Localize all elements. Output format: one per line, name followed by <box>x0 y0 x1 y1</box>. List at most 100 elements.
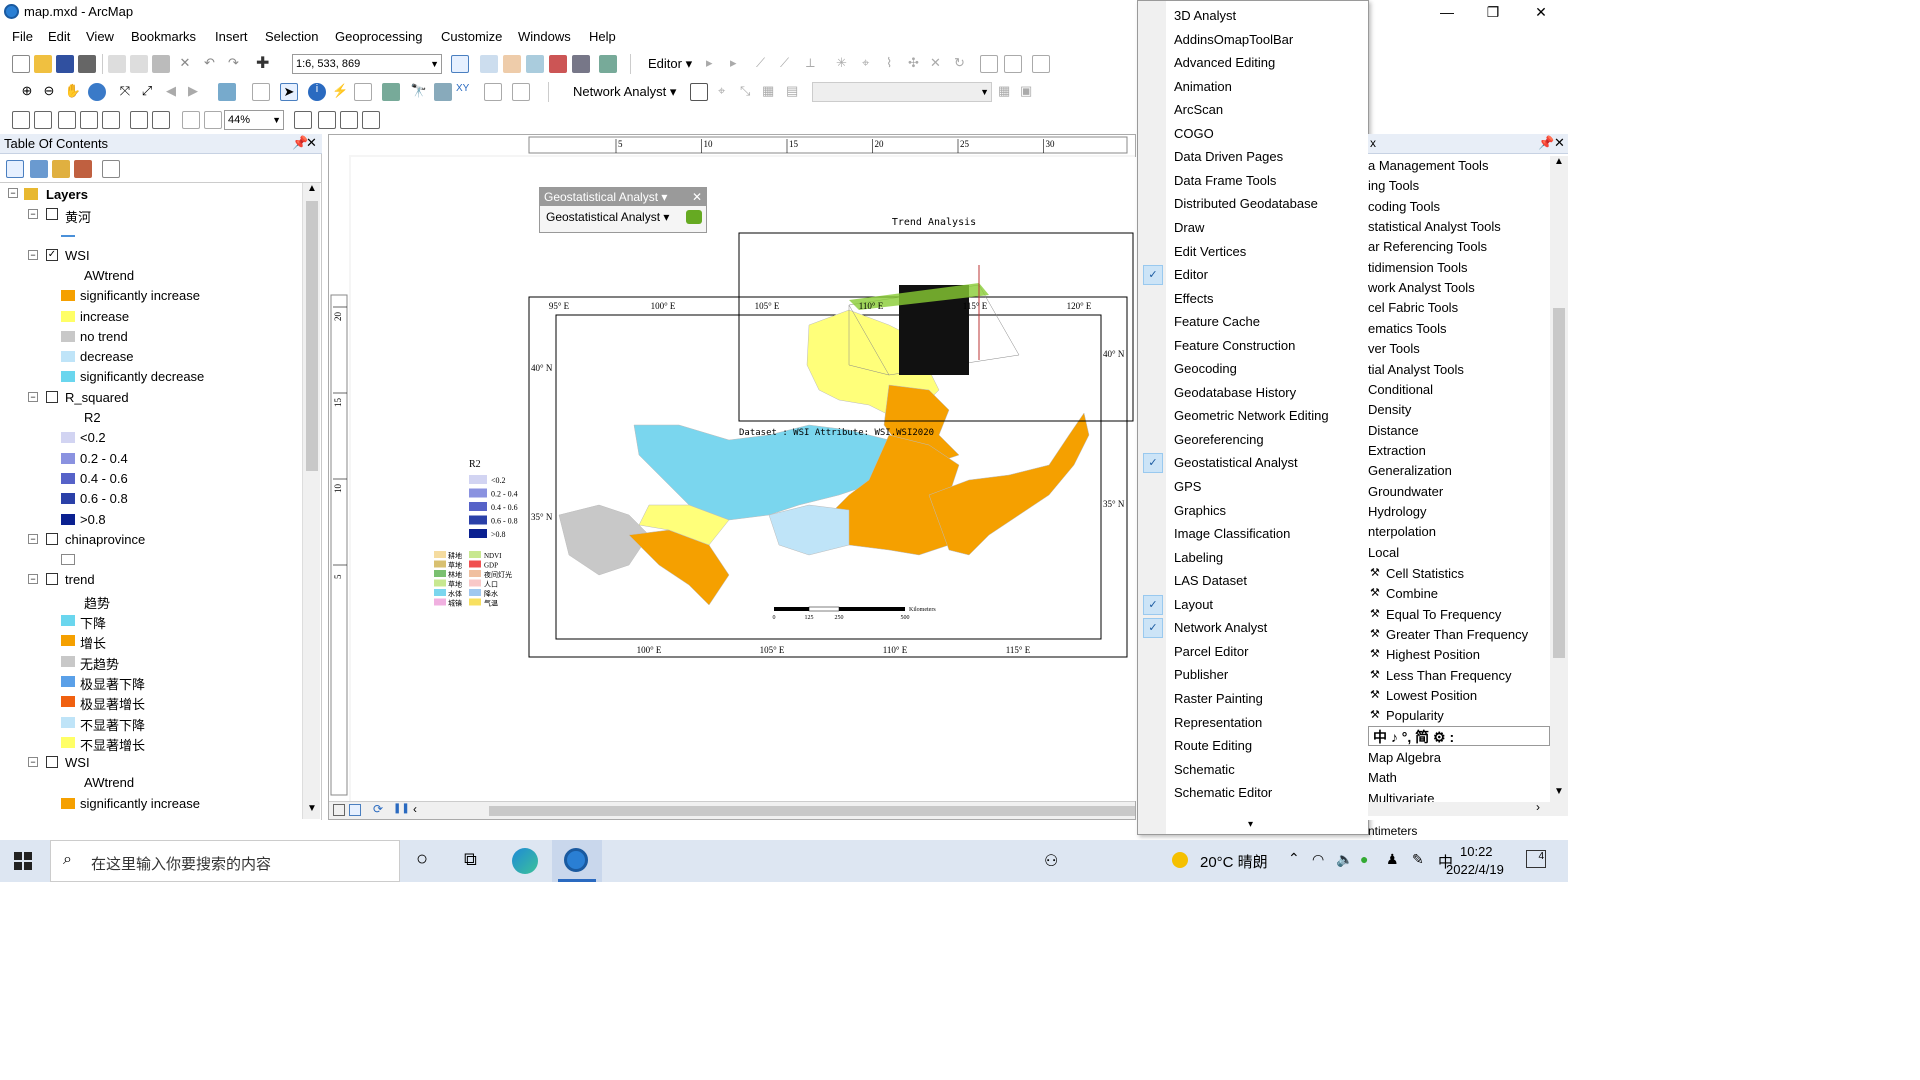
toolbar-menu-item[interactable]: 3D Analyst <box>1174 8 1364 30</box>
scroll-up-icon[interactable]: ▲ <box>307 183 317 194</box>
toc-row[interactable] <box>0 225 300 245</box>
collapse-icon[interactable]: − <box>28 574 38 585</box>
select-network-location-icon[interactable]: ⤡ <box>740 83 758 101</box>
arctb-hscroll[interactable]: › <box>1368 800 1568 816</box>
toolbox-item[interactable]: Math <box>1368 770 1397 785</box>
network-identify-icon[interactable]: ▣ <box>1020 83 1038 101</box>
split-icon[interactable]: ✕ <box>930 55 948 73</box>
tool-item[interactable]: Cell Statistics <box>1386 566 1464 581</box>
trace-icon[interactable]: ⟂ <box>806 55 824 73</box>
geostat-menu-button[interactable]: Geostatistical Analyst ▾ <box>546 210 669 224</box>
menu-bookmarks[interactable]: Bookmarks <box>131 29 196 44</box>
toc-row[interactable]: 0.4 - 0.6 <box>0 469 300 489</box>
zoom-out-icon[interactable]: ⊖ <box>40 83 58 101</box>
layer-checkbox[interactable]: ✓ <box>46 248 58 261</box>
time-slider-icon[interactable] <box>484 83 502 101</box>
select-features-icon[interactable] <box>218 83 236 101</box>
toolbar-menu-item[interactable]: Parcel Editor <box>1174 644 1364 666</box>
toolbox-item[interactable]: Hydrology <box>1368 504 1427 519</box>
delete-icon[interactable]: ✕ <box>176 55 194 73</box>
arctb-scroll-right-icon[interactable]: › <box>1536 800 1540 814</box>
refresh-icon[interactable]: ⟳ <box>373 802 383 816</box>
toolbar-menu-item[interactable]: Route Editing <box>1174 738 1364 760</box>
minimize-button[interactable]: — <box>1424 2 1470 22</box>
toolbox-item[interactable]: Groundwater <box>1368 484 1443 499</box>
build-network-icon[interactable]: ▦ <box>998 83 1016 101</box>
sketch-properties-icon[interactable] <box>1004 55 1022 73</box>
reshape-icon[interactable]: ⌇ <box>886 55 904 73</box>
print-icon[interactable] <box>78 55 96 73</box>
toolbox-item[interactable]: tial Analyst Tools <box>1368 362 1464 377</box>
redo-icon[interactable]: ↷ <box>228 55 246 73</box>
directions-icon[interactable]: ▤ <box>786 83 804 101</box>
toolbar-menu-item[interactable]: LAS Dataset <box>1174 573 1364 595</box>
volume-icon[interactable]: 🔈 <box>1336 851 1353 868</box>
cut-icon[interactable] <box>108 55 126 73</box>
open-icon[interactable] <box>34 55 52 73</box>
toolbox-item[interactable]: Conditional <box>1368 382 1433 397</box>
collapse-icon[interactable]: − <box>28 249 38 260</box>
geostat-close-icon[interactable]: ✕ <box>692 188 702 206</box>
solve-icon[interactable]: ▦ <box>762 83 780 101</box>
layout-view[interactable]: 5 10 15 20 25 30 20 15 10 5 Trend Analysis Datase… <box>328 134 1137 820</box>
qq-icon[interactable]: ♟ <box>1386 851 1399 868</box>
hyperlink-icon[interactable]: ⚡ <box>332 83 350 101</box>
arcmap-taskbar-button[interactable] <box>552 840 602 882</box>
zoom-whole-page-icon[interactable] <box>80 111 98 129</box>
zoom-100-icon[interactable] <box>102 111 120 129</box>
toolbar-menu-item[interactable]: Publisher <box>1174 667 1364 689</box>
layer-checkbox[interactable] <box>46 532 58 545</box>
toolbar-menu-item[interactable]: ArcScan <box>1174 102 1364 124</box>
scale-combo[interactable]: 1:6, 533, 869 ▼ <box>292 54 442 74</box>
arctb-scroll-up-icon[interactable]: ▲ <box>1554 156 1564 167</box>
editor-menu[interactable]: Editor ▾ <box>648 56 692 72</box>
forward-icon[interactable]: ▶ <box>188 83 206 101</box>
tool-item[interactable]: Greater Than Frequency <box>1386 627 1528 642</box>
back-icon[interactable]: ◀ <box>166 83 184 101</box>
collapse-icon[interactable]: − <box>28 209 38 219</box>
toolbox-item[interactable]: coding Tools <box>1368 199 1440 214</box>
toc-row[interactable]: <0.2 <box>0 428 300 448</box>
toolbar-menu-item[interactable]: Animation <box>1174 79 1364 101</box>
data-view-icon[interactable] <box>333 804 345 816</box>
toolbox-item[interactable]: tidimension Tools <box>1368 260 1467 275</box>
toolbar-menu-item[interactable]: Feature Construction <box>1174 338 1364 360</box>
geostat-wizard-icon[interactable] <box>686 210 702 224</box>
toc-row[interactable]: increase <box>0 307 300 327</box>
task-view-icon[interactable]: ⧉ <box>464 849 477 870</box>
toolbox-item[interactable]: statistical Analyst Tools <box>1368 219 1501 234</box>
arctoolbox-close-icon[interactable]: ✕ <box>1554 135 1565 151</box>
toc-row[interactable]: 增长 <box>0 631 300 651</box>
toolbox-item[interactable]: Local <box>1368 545 1399 560</box>
toolbar-menu-item[interactable]: Layout <box>1174 597 1364 619</box>
toolbox-item[interactable]: cel Fabric Tools <box>1368 300 1458 315</box>
tool-item[interactable]: Lowest Position <box>1386 688 1477 703</box>
toolbar-menu-item[interactable]: Raster Painting <box>1174 691 1364 713</box>
toc-row[interactable]: decrease <box>0 347 300 367</box>
rotate-icon[interactable]: ↻ <box>954 55 972 73</box>
cortana-icon[interactable]: ○ <box>416 848 428 871</box>
toc-row[interactable]: AWtrend <box>0 773 300 793</box>
zoom-in-icon[interactable]: ⊕ <box>18 83 36 101</box>
create-features-icon[interactable] <box>1032 55 1050 73</box>
menu-help[interactable]: Help <box>589 29 616 44</box>
toolbox-item[interactable]: Map Algebra <box>1368 750 1441 765</box>
na-layer-combo[interactable]: ▼ <box>812 82 992 102</box>
create-network-location-icon[interactable]: ⌖ <box>718 83 736 101</box>
toolbox-item[interactable]: nterpolation <box>1368 524 1436 539</box>
toc-row[interactable]: 趋势 <box>0 591 300 611</box>
toolbar-menu-item[interactable]: GPS <box>1174 479 1364 501</box>
toc-row[interactable]: 不显著下降 <box>0 713 300 733</box>
chevron-up-icon[interactable]: ⌃ <box>1288 850 1300 867</box>
tool-item[interactable]: Less Than Frequency <box>1386 668 1512 683</box>
layout-view-icon[interactable] <box>349 804 361 816</box>
copy-icon[interactable] <box>130 55 148 73</box>
pen-icon[interactable]: ✎ <box>1412 851 1424 868</box>
maximize-button[interactable]: ❐ <box>1470 2 1516 22</box>
collapse-icon[interactable]: − <box>28 533 38 544</box>
tool-item[interactable]: Combine <box>1386 586 1438 601</box>
toc-scrollbar[interactable]: ▲ ▼ <box>302 183 320 819</box>
toc-row[interactable]: R2 <box>0 408 300 428</box>
toolbar-menu-item[interactable]: Schematic <box>1174 762 1364 784</box>
toolbox-item[interactable]: ematics Tools <box>1368 321 1447 336</box>
